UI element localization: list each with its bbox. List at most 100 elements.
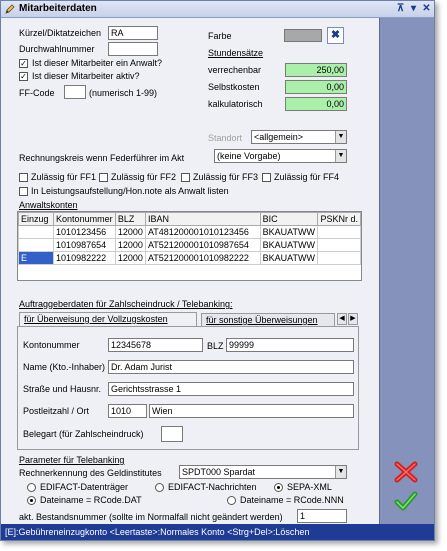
rechnungskreis-select[interactable]: (keine Vorgabe) ▼: [214, 149, 347, 163]
anwaltskonten-label: Anwaltskonten: [19, 200, 78, 210]
main-form: Kürzel/Diktatzeichen RA Durchwahlnummer …: [1, 18, 379, 524]
pin-icon[interactable]: ⊼: [395, 3, 406, 15]
durchwahl-input[interactable]: [108, 42, 158, 56]
telebanking-section-label: Parameter für Telebanking: [19, 455, 125, 465]
edifact-datentraeger-label: EDIFACT-Datenträger: [40, 482, 129, 492]
mitarbeiterdaten-window: Mitarbeiterdaten ⊼ ▾ ✕ Kürzel/Diktatzeic…: [0, 0, 435, 541]
cell-iban[interactable]: AT481200001010123456: [144, 225, 261, 239]
accounts-table[interactable]: Einzug Kontonummer BLZ IBAN BIC PSKNr d.…: [17, 211, 362, 281]
cell-einzug[interactable]: [18, 225, 55, 239]
belegart-label: Belegart (für Zahlscheindruck): [23, 429, 144, 439]
minimize-icon[interactable]: ▾: [408, 3, 419, 15]
rechner-value: SPDT000 Spardat: [182, 467, 256, 477]
cell-einzug[interactable]: [18, 238, 55, 252]
cell-bic[interactable]: BKAUATWW: [259, 251, 319, 265]
chevron-down-icon: ▼: [335, 466, 346, 478]
ffcode-input[interactable]: [64, 85, 86, 99]
kuerzel-input[interactable]: RA: [108, 26, 158, 40]
ff2-label: Zulässig für FF2: [111, 172, 177, 182]
kontonummer-input[interactable]: 12345678: [108, 338, 203, 352]
standort-value: <allgemein>: [254, 132, 304, 142]
col-psk[interactable]: PSKNr d.: [317, 212, 361, 226]
cell-einzug[interactable]: E: [18, 251, 55, 265]
tab-scroll-right[interactable]: ▶: [348, 313, 358, 325]
belegart-input[interactable]: [161, 426, 183, 442]
tab-vollzugskosten[interactable]: für Überweisung der Vollzugskosten: [19, 312, 197, 326]
standort-select[interactable]: <allgemein> ▼: [251, 130, 347, 144]
tab-scroll-left[interactable]: ◀: [337, 313, 347, 325]
action-panel: [379, 18, 434, 524]
ff2-checkbox[interactable]: [99, 173, 108, 182]
verrechenbar-input[interactable]: 250,00: [285, 63, 347, 77]
rechner-select[interactable]: SPDT000 Spardat ▼: [179, 465, 347, 479]
cell-konto[interactable]: 1010987654: [53, 238, 116, 252]
selbstkosten-label: Selbstkosten: [208, 82, 260, 92]
col-einzug[interactable]: Einzug: [18, 212, 55, 226]
col-kontonummer[interactable]: Kontonummer: [53, 212, 116, 226]
ffcode-label: FF-Code: [19, 88, 55, 98]
pencil-icon: [5, 4, 15, 14]
leistung-checkbox[interactable]: [19, 187, 28, 196]
ok-button[interactable]: [394, 490, 418, 512]
clear-color-button[interactable]: ✖: [327, 27, 344, 44]
cancel-button[interactable]: [394, 461, 418, 483]
col-blz[interactable]: BLZ: [114, 212, 146, 226]
bestand-input[interactable]: 1: [297, 509, 347, 523]
ff1-checkbox[interactable]: [19, 173, 28, 182]
table-row[interactable]: E 1010982222 12000 AT521200001010982222 …: [18, 251, 361, 265]
anwalt-checkbox[interactable]: ✓: [19, 59, 28, 68]
radio-dateiname-nnn[interactable]: [227, 496, 236, 505]
cell-psk[interactable]: [317, 238, 361, 252]
name-input[interactable]: Dr. Adam Jurist: [108, 360, 354, 374]
cell-konto[interactable]: 1010123456: [53, 225, 116, 239]
cell-psk[interactable]: [317, 251, 361, 265]
ffcode-hint: (numerisch 1-99): [89, 88, 158, 98]
table-row[interactable]: 1010123456 12000 AT481200001010123456 BK…: [18, 225, 361, 239]
rechnungskreis-label: Rechnungskreis wenn Federführer im Akt: [19, 153, 185, 163]
cell-blz[interactable]: 12000: [114, 238, 146, 252]
kuerzel-label: Kürzel/Diktatzeichen: [19, 28, 102, 38]
sepa-xml-label: SEPA-XML: [287, 482, 332, 492]
selbstkosten-input[interactable]: 0,00: [285, 80, 347, 94]
stundensaetze-label: Stundensätze: [208, 48, 264, 58]
radio-edifact-datentraeger[interactable]: [27, 483, 36, 492]
dateiname-nnn-label: Dateiname = RCode.NNN: [240, 495, 344, 505]
blz-input[interactable]: 99999: [226, 338, 354, 352]
table-row[interactable]: 1010987654 12000 AT521200001010987654 BK…: [18, 238, 361, 252]
chevron-right-icon: ▶: [350, 315, 356, 322]
cell-bic[interactable]: BKAUATWW: [259, 238, 319, 252]
cell-psk[interactable]: [317, 225, 361, 239]
col-bic[interactable]: BIC: [259, 212, 319, 226]
name-label: Name (Kto.-Inhaber): [23, 362, 106, 372]
ff3-checkbox[interactable]: [181, 173, 190, 182]
plz-input[interactable]: 1010: [108, 404, 147, 418]
radio-dateiname-dat[interactable]: [27, 496, 36, 505]
chevron-left-icon: ◀: [339, 315, 345, 322]
cell-bic[interactable]: BKAUATWW: [259, 225, 319, 239]
auftraggeber-section-label: Auftraggeberdaten für Zahlscheindruck / …: [19, 299, 233, 309]
plz-label: Postleitzahl / Ort: [23, 406, 90, 416]
color-swatch[interactable]: [284, 29, 322, 42]
kalkulatorisch-input[interactable]: 0,00: [285, 97, 347, 111]
ff4-checkbox[interactable]: [262, 173, 271, 182]
table-header-row: Einzug Kontonummer BLZ IBAN BIC PSKNr d.: [18, 212, 361, 226]
ort-input[interactable]: Wien: [149, 404, 354, 418]
close-icon[interactable]: ✕: [421, 3, 432, 15]
col-iban[interactable]: IBAN: [144, 212, 261, 226]
rechner-label: Rechnerkennung des Geldinstitutes: [19, 468, 162, 478]
status-bar: [E]:Gebühreneinzugkonto <Leertaste>:Norm…: [1, 524, 434, 540]
cell-iban[interactable]: AT521200001010982222: [144, 251, 261, 265]
aktiv-checkbox[interactable]: ✓: [19, 72, 28, 81]
standort-label: Standort: [208, 133, 243, 143]
radio-sepa-xml[interactable]: [274, 483, 283, 492]
radio-edifact-nachrichten[interactable]: [155, 483, 164, 492]
tab-sonstige[interactable]: für sonstige Überweisungen: [201, 313, 335, 326]
cell-iban[interactable]: AT521200001010987654: [144, 238, 261, 252]
cancel-icon: [394, 461, 418, 483]
rechnungskreis-value: (keine Vorgabe): [217, 151, 281, 161]
cell-blz[interactable]: 12000: [114, 225, 146, 239]
cell-blz[interactable]: 12000: [114, 251, 146, 265]
checkmark-icon: [394, 491, 418, 511]
strasse-input[interactable]: Gerichtsstrasse 1: [108, 382, 354, 396]
cell-konto[interactable]: 1010982222: [53, 251, 116, 265]
